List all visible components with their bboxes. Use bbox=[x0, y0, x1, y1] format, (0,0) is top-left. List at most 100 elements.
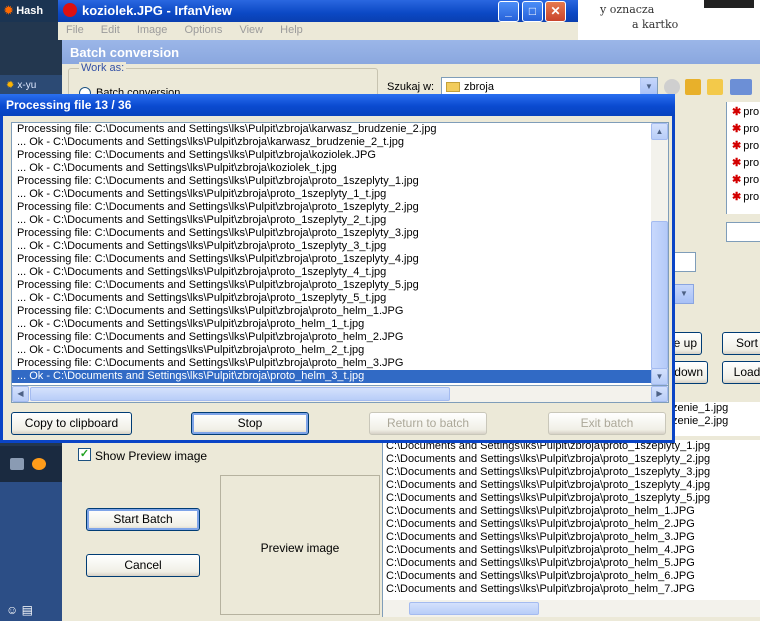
log-line[interactable]: Processing file: C:\Documents and Settin… bbox=[12, 227, 653, 240]
background-document: y oznacza a kartko bbox=[578, 0, 760, 40]
chevron-left-icon[interactable]: ◀ bbox=[12, 386, 29, 402]
processing-title-bar[interactable]: Processing file 13 / 36 bbox=[0, 94, 675, 116]
up-folder-icon[interactable] bbox=[685, 79, 701, 95]
show-preview-checkbox[interactable]: ✓ bbox=[78, 448, 91, 461]
menu-view[interactable]: View bbox=[239, 24, 263, 36]
log-line[interactable]: ... Ok - C:\Documents and Settings\lks\P… bbox=[12, 162, 653, 175]
processing-log[interactable]: Processing file: C:\Documents and Settin… bbox=[11, 122, 669, 386]
copy-to-clipboard-button[interactable]: Copy to clipboard bbox=[11, 412, 132, 435]
log-line[interactable]: ... Ok - C:\Documents and Settings\lks\P… bbox=[12, 266, 653, 279]
scrollbar-thumb[interactable] bbox=[409, 602, 539, 615]
log-line[interactable]: Processing file: C:\Documents and Settin… bbox=[12, 279, 653, 292]
list-item[interactable]: zenie_2.jpg bbox=[672, 415, 760, 428]
taskbar-button-label: x-yu bbox=[17, 80, 37, 91]
log-line[interactable]: ... Ok - C:\Documents and Settings\lks\P… bbox=[12, 188, 653, 201]
input-files-list-top: zenie_1.jpg zenie_2.jpg bbox=[672, 402, 760, 436]
menu-help[interactable]: Help bbox=[280, 24, 303, 36]
return-to-batch-button[interactable]: Return to batch bbox=[369, 412, 487, 435]
scrollbar-thumb[interactable] bbox=[30, 387, 450, 401]
irfan-file-icon: ✱ bbox=[732, 191, 742, 203]
list-item[interactable]: zenie_1.jpg bbox=[672, 402, 760, 415]
log-line[interactable]: ... Ok - C:\Documents and Settings\lks\P… bbox=[12, 214, 653, 227]
list-item[interactable]: ✱ pro bbox=[727, 153, 760, 170]
log-line[interactable]: ... Ok - C:\Documents and Settings\lks\P… bbox=[12, 240, 653, 253]
log-line[interactable]: ... Ok - C:\Documents and Settings\lks\P… bbox=[12, 136, 653, 149]
irfan-file-icon: ✱ bbox=[732, 157, 742, 169]
chevron-up-icon[interactable]: ▲ bbox=[651, 123, 668, 140]
irfanview-window: koziolek.JPG - IrfanView _ □ ✕ File Edit… bbox=[58, 0, 578, 40]
list-item[interactable]: C:\Documents and Settings\lks\Pulpit\zbr… bbox=[383, 583, 760, 596]
look-in-value: zbroja bbox=[464, 81, 494, 93]
list-item[interactable]: C:\Documents and Settings\lks\Pulpit\zbr… bbox=[383, 466, 760, 479]
log-line[interactable]: Processing file: C:\Documents and Settin… bbox=[12, 123, 653, 136]
show-preview-label: Show Preview image bbox=[95, 449, 208, 463]
view-menu-icon[interactable] bbox=[730, 79, 752, 95]
app-icon: ✹ bbox=[4, 5, 14, 17]
processing-title: Processing file 13 / 36 bbox=[6, 98, 132, 112]
menu-edit[interactable]: Edit bbox=[101, 24, 120, 36]
log-horizontal-scrollbar[interactable]: ◀ ▶ bbox=[11, 386, 669, 403]
list-item[interactable]: C:\Documents and Settings\lks\Pulpit\zbr… bbox=[383, 492, 760, 505]
file-name-field[interactable] bbox=[726, 222, 760, 242]
folder-icon bbox=[446, 82, 460, 92]
background-window-fragment bbox=[704, 0, 754, 8]
app-icon[interactable] bbox=[32, 458, 46, 470]
stop-button[interactable]: Stop bbox=[191, 412, 309, 435]
list-item[interactable]: C:\Documents and Settings\lks\Pulpit\zbr… bbox=[383, 518, 760, 531]
menu-bar: File Edit Image Options View Help bbox=[58, 22, 578, 40]
new-folder-icon[interactable] bbox=[707, 79, 723, 95]
list-item[interactable]: ✱ pro bbox=[727, 136, 760, 153]
show-desktop-icon[interactable] bbox=[10, 458, 24, 470]
close-button[interactable]: ✕ bbox=[545, 1, 566, 22]
log-line[interactable]: ... Ok - C:\Documents and Settings\lks\P… bbox=[12, 318, 653, 331]
sort-button[interactable]: Sort bbox=[722, 332, 760, 355]
list-item[interactable]: ✱ pro bbox=[727, 119, 760, 136]
start-batch-button[interactable]: Start Batch bbox=[86, 508, 200, 531]
menu-image[interactable]: Image bbox=[137, 24, 168, 36]
maximize-button[interactable]: □ bbox=[522, 1, 543, 22]
list-item[interactable]: ✱ pro bbox=[727, 102, 760, 119]
minimize-button[interactable]: _ bbox=[498, 1, 519, 22]
log-line-selected[interactable]: ... Ok - C:\Documents and Settings\lks\P… bbox=[12, 370, 653, 383]
input-files-horizontal-scrollbar[interactable] bbox=[382, 600, 760, 617]
file-list[interactable]: ✱ pro ✱ pro ✱ pro ✱ pro ✱ pro ✱ pro bbox=[726, 102, 760, 214]
log-line[interactable]: Processing file: C:\Documents and Settin… bbox=[12, 305, 653, 318]
file-type-field[interactable] bbox=[672, 252, 696, 272]
window-title: koziolek.JPG - IrfanView bbox=[82, 3, 233, 18]
tray-icons: ☺ ▤ bbox=[6, 603, 33, 617]
load-button[interactable]: Load bbox=[722, 361, 760, 384]
irfanview-title-bar[interactable]: koziolek.JPG - IrfanView _ □ ✕ bbox=[58, 0, 578, 22]
chevron-down-icon[interactable]: ▼ bbox=[674, 284, 694, 304]
list-item[interactable]: C:\Documents and Settings\lks\Pulpit\zbr… bbox=[383, 505, 760, 518]
list-item[interactable]: ✱ pro bbox=[727, 187, 760, 204]
chevron-right-icon[interactable]: ▶ bbox=[651, 386, 668, 402]
log-line[interactable]: Processing file: C:\Documents and Settin… bbox=[12, 149, 653, 162]
menu-file[interactable]: File bbox=[66, 24, 84, 36]
scrollbar-thumb[interactable] bbox=[651, 221, 668, 369]
list-item[interactable]: C:\Documents and Settings\lks\Pulpit\zbr… bbox=[383, 453, 760, 466]
batch-title-bar[interactable]: Batch conversion bbox=[62, 40, 760, 64]
app-icon: ✹ bbox=[6, 80, 15, 91]
back-icon[interactable] bbox=[664, 79, 680, 95]
log-line[interactable]: Processing file: C:\Documents and Settin… bbox=[12, 253, 653, 266]
log-line[interactable]: Processing file: C:\Documents and Settin… bbox=[12, 331, 653, 344]
menu-options[interactable]: Options bbox=[184, 24, 222, 36]
chevron-down-icon[interactable]: ▼ bbox=[651, 368, 668, 385]
log-line[interactable]: Processing file: C:\Documents and Settin… bbox=[12, 357, 653, 370]
input-files-list[interactable]: C:\Documents and Settings\lks\Pulpit\zbr… bbox=[382, 440, 760, 600]
log-line[interactable]: Processing file: C:\Documents and Settin… bbox=[12, 175, 653, 188]
exit-batch-button[interactable]: Exit batch bbox=[548, 412, 666, 435]
irfanview-icon bbox=[63, 3, 77, 17]
list-item[interactable]: C:\Documents and Settings\lks\Pulpit\zbr… bbox=[383, 557, 760, 570]
log-line[interactable]: Processing file: C:\Documents and Settin… bbox=[12, 201, 653, 214]
log-vertical-scrollbar[interactable]: ▲ ▼ bbox=[651, 123, 668, 385]
list-item[interactable]: ✱ pro bbox=[727, 170, 760, 187]
log-line[interactable]: ... Ok - C:\Documents and Settings\lks\P… bbox=[12, 344, 653, 357]
list-item[interactable]: C:\Documents and Settings\lks\Pulpit\zbr… bbox=[383, 479, 760, 492]
log-line[interactable]: ... Ok - C:\Documents and Settings\lks\P… bbox=[12, 292, 653, 305]
list-item[interactable]: C:\Documents and Settings\lks\Pulpit\zbr… bbox=[383, 531, 760, 544]
cancel-button[interactable]: Cancel bbox=[86, 554, 200, 577]
list-item[interactable]: C:\Documents and Settings\lks\Pulpit\zbr… bbox=[383, 570, 760, 583]
background-window-title: ✹ Hash bbox=[0, 0, 62, 22]
list-item[interactable]: C:\Documents and Settings\lks\Pulpit\zbr… bbox=[383, 544, 760, 557]
